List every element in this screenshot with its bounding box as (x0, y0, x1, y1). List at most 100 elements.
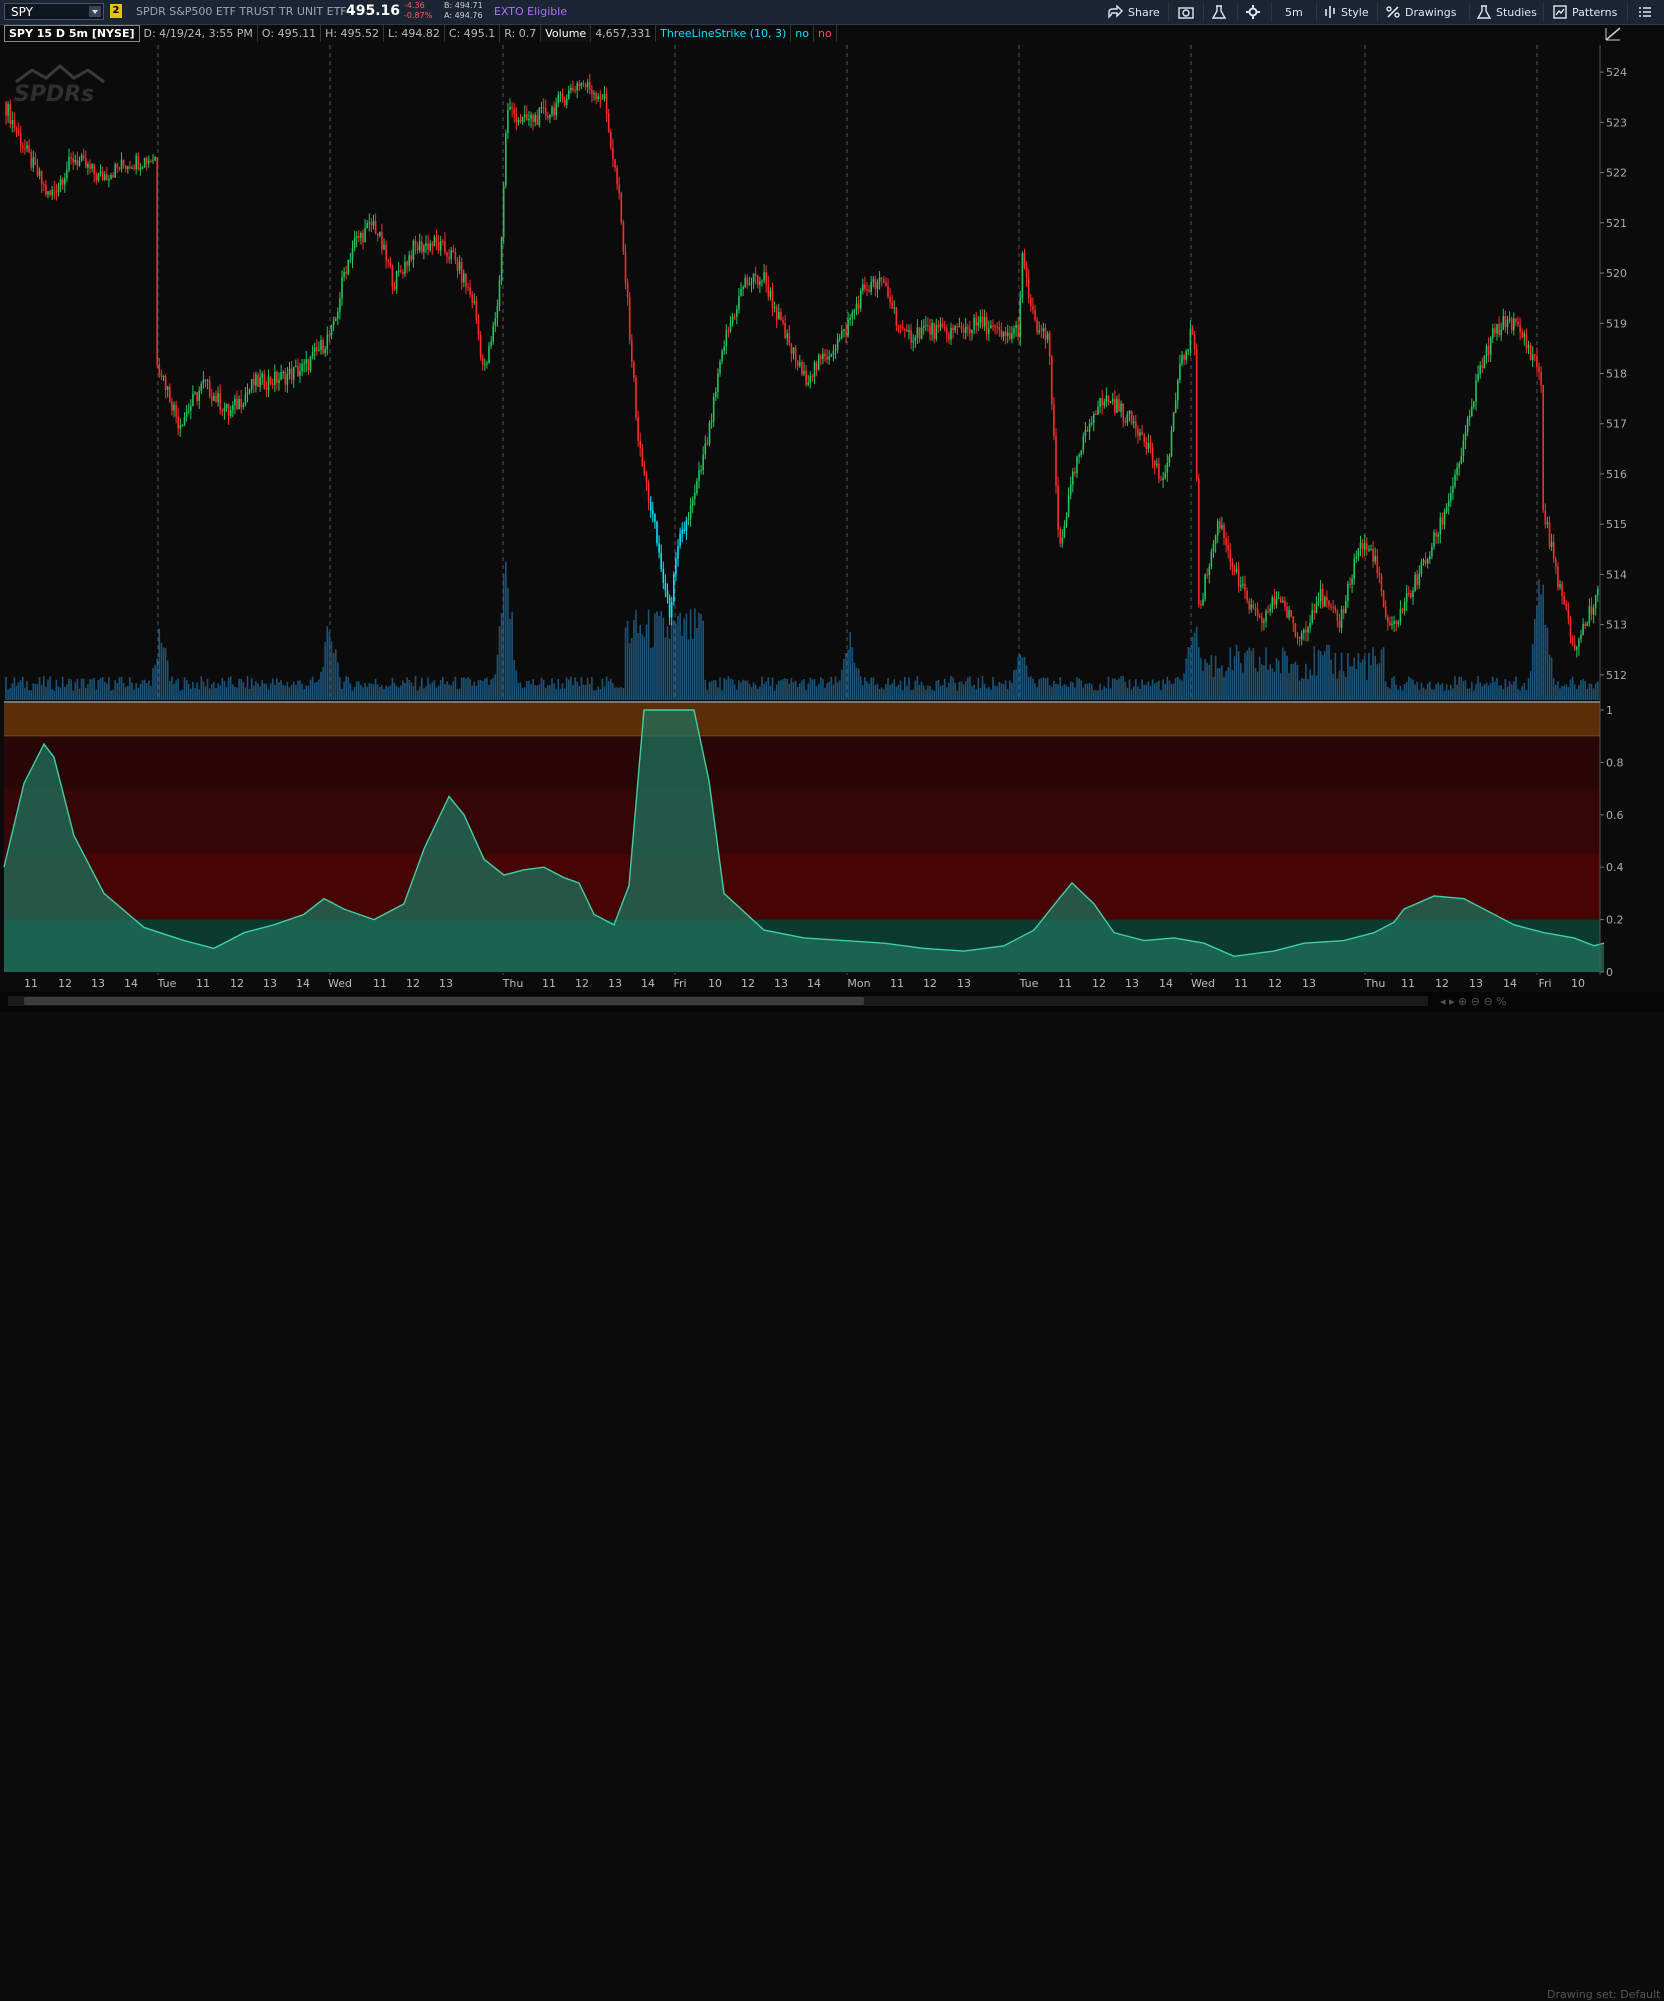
candle-body (1561, 583, 1563, 597)
patterns-button[interactable]: Patterns (1553, 3, 1617, 21)
candle-body (28, 145, 30, 153)
candle-body (1116, 399, 1118, 413)
volume-bar (1387, 686, 1389, 700)
volume-bar (599, 688, 602, 700)
legend-study-name[interactable]: ThreeLineStrike (10, 3) (656, 25, 792, 42)
snapshot-button[interactable] (1178, 3, 1194, 21)
candle-body (597, 96, 599, 100)
volume-bar (1044, 678, 1047, 700)
symbol-selector[interactable]: SPY (4, 3, 104, 20)
candle-body (9, 104, 11, 125)
candle-body (498, 279, 501, 306)
candle-body (1225, 537, 1227, 545)
volume-bar (1265, 647, 1267, 700)
candle-body (1046, 333, 1049, 340)
time-axis-label: 13 (1125, 977, 1139, 990)
volume-bar (796, 687, 799, 700)
volume-bar (847, 649, 849, 700)
studies-button[interactable]: Studies (1477, 3, 1537, 21)
candle-body (631, 340, 633, 363)
volume-bar (981, 676, 984, 700)
candle-body (1114, 398, 1116, 413)
candle-body (1086, 429, 1089, 432)
volume-bar (158, 628, 161, 700)
volume-bar (1382, 647, 1385, 700)
volume-bar (805, 690, 807, 700)
scrollbar-thumb[interactable] (24, 997, 864, 1005)
volume-bar (1542, 584, 1544, 700)
candle-body (1408, 593, 1410, 595)
candle-body (370, 222, 373, 226)
candle-body (1208, 566, 1211, 576)
volume-bar (240, 678, 242, 700)
candle-body (400, 270, 402, 272)
candle-body (668, 597, 671, 618)
volume-bar (1170, 683, 1173, 700)
volume-bar (36, 683, 39, 700)
candle-body (1393, 621, 1395, 624)
last-price: 495.16 (346, 3, 401, 19)
candle-body (769, 290, 772, 297)
candle-body (53, 189, 56, 191)
volume-bar (1397, 689, 1400, 700)
candle-body (794, 347, 797, 362)
candle-body (1489, 338, 1492, 355)
candle-body (759, 281, 761, 285)
volume-bar (912, 689, 914, 700)
candle-body (572, 87, 574, 90)
price-tick-label: 516 (1606, 468, 1627, 481)
candle-body (442, 241, 444, 243)
chevron-down-icon[interactable] (89, 6, 101, 17)
chart-title[interactable]: SPY 15 D 5m [NYSE] (4, 25, 140, 42)
volume-bar (578, 686, 581, 700)
drawings-button[interactable]: Drawings (1386, 3, 1456, 21)
volume-bar (670, 620, 673, 700)
candle-body (568, 90, 570, 99)
volume-bar (290, 684, 293, 700)
candle-body (868, 289, 870, 293)
candle-body (433, 236, 436, 246)
style-button[interactable]: Style (1324, 3, 1369, 21)
candle-body (1567, 609, 1570, 620)
legend-volume-label[interactable]: Volume (541, 25, 592, 42)
volume-bar (1097, 690, 1099, 700)
candle-body (1237, 569, 1240, 587)
candle-body (901, 327, 904, 329)
bid-value: B: 494.71 (444, 1, 483, 10)
candle-body (925, 324, 927, 326)
candle-body (1460, 455, 1463, 464)
volume-bar (1374, 655, 1376, 700)
candle-body (1506, 319, 1509, 328)
volume-bar (1544, 624, 1547, 700)
candle-body (297, 366, 299, 377)
candle-body (1147, 443, 1150, 449)
candle-body (435, 236, 438, 243)
time-axis-label: Thu (1364, 977, 1386, 990)
candle-body (1443, 511, 1446, 525)
volume-bar (108, 677, 110, 700)
candle-body (255, 374, 257, 386)
menu-button[interactable] (1638, 3, 1652, 21)
volume-bar (769, 685, 772, 700)
candle-body (150, 160, 152, 162)
chart-canvas[interactable]: SPDRs 10.80.60.40.20 5245235225215205195… (0, 0, 1664, 1012)
chart-scrollbar[interactable]: ◂ ▸ ⊕ ⊖ ⊖ % Drawing set: Default (0, 992, 1664, 2001)
volume-bar (160, 642, 163, 700)
cursor-tool-icon[interactable] (1604, 26, 1622, 42)
volume-bar (1101, 689, 1103, 700)
link-group-badge[interactable]: 2 (110, 4, 122, 18)
candle-body (238, 399, 240, 410)
candle-body (803, 370, 805, 375)
zoom-controls[interactable]: ◂ ▸ ⊕ ⊖ ⊖ % (1440, 995, 1545, 1009)
volume-bar (93, 677, 95, 700)
volume-bar (1345, 677, 1347, 700)
beaker-button[interactable] (1212, 3, 1226, 21)
share-button[interactable]: Share (1107, 3, 1160, 21)
candle-body (61, 179, 64, 185)
settings-button[interactable] (1246, 3, 1260, 21)
timeframe-button[interactable]: 5m (1285, 3, 1303, 21)
candle-body (158, 364, 161, 374)
volume-bar (708, 682, 711, 700)
candle-body (1212, 543, 1215, 552)
volume-bar (1441, 683, 1444, 700)
